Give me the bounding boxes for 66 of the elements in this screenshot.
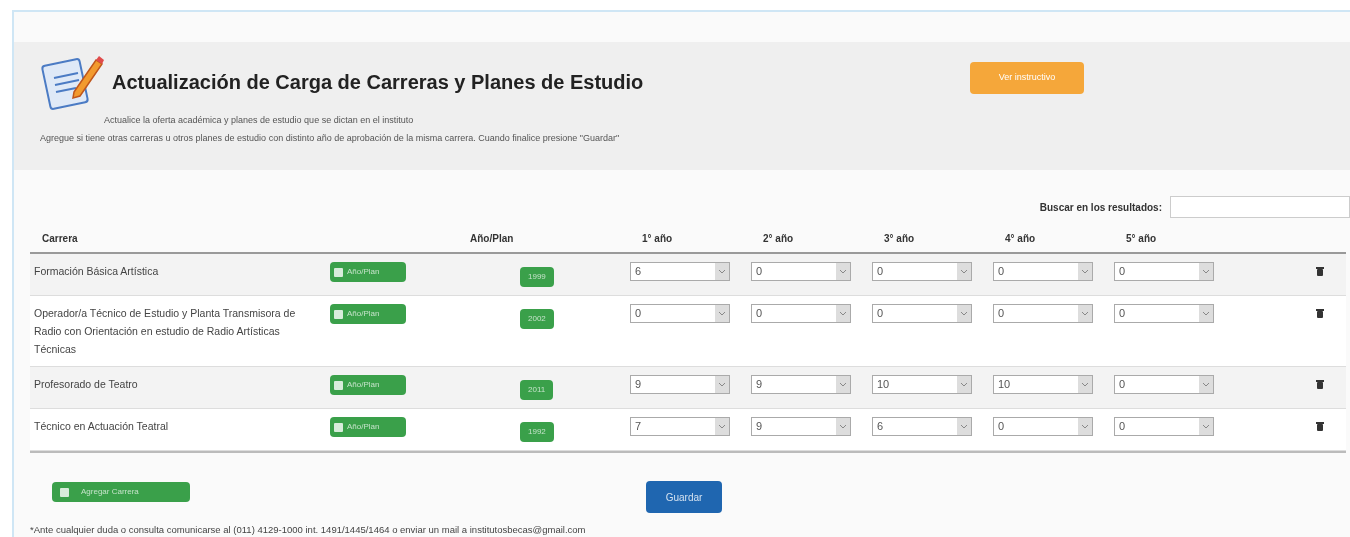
dropdown-icon [1078,305,1092,322]
dropdown-icon [957,305,971,322]
dropdown-icon [1078,418,1092,435]
instructions-text: Agregue si tiene otras carreras u otros planes de estudio con distinto año de aprobación de la misma carrera. Cuando finalice presione "Guardar" [40,131,621,145]
year-select[interactable]: 9 [630,375,730,394]
year-select[interactable]: 0 [993,262,1093,281]
column-header: 3° año [883,231,916,246]
save-button[interactable]: Guardar [646,481,722,513]
dropdown-icon [715,376,729,393]
column-header: 1° año [641,231,674,246]
year-select[interactable]: 6 [872,417,972,436]
plan-year-badge: 1992 [520,422,554,442]
dropdown-icon [836,305,850,322]
year-select[interactable]: 0 [1114,262,1214,281]
dropdown-icon [1078,376,1092,393]
year-select[interactable]: 10 [872,375,972,394]
career-name: Técnico en Actuación Teatral [33,419,170,434]
dropdown-icon [1078,263,1092,280]
footer-note: *Ante cualquier duda o consulta comunicarse al (011) 4129-1000 int. 1491/1445/1464 o enviar un mail a institutosbecas@gmail.com [30,523,587,537]
year-select[interactable]: 9 [751,375,851,394]
dropdown-icon [957,263,971,280]
search-field[interactable] [1170,196,1350,218]
dropdown-icon [1199,418,1213,435]
dropdown-icon [715,305,729,322]
dropdown-icon [1199,305,1213,322]
year-select[interactable]: 0 [993,417,1093,436]
column-header: 5° año [1125,231,1158,246]
dropdown-icon [715,418,729,435]
dropdown-icon [836,263,850,280]
career-name: Profesorado de Teatro [33,377,139,392]
career-name: Formación Básica Artística [33,264,160,279]
dropdown-icon [957,418,971,435]
trash-icon[interactable] [1316,379,1324,389]
column-header: 2° año [762,231,795,246]
dropdown-icon [836,418,850,435]
career-name: Operador/a Técnico de Estudio y Planta Transmisora de Radio con Orientación en estudio de Radio Artísticas Técnicas [33,306,297,357]
page-subtitle: Actualice la oferta académica y planes de estudio que se dictan en el instituto [104,114,415,127]
year-select[interactable]: 0 [872,304,972,323]
year-select[interactable]: 0 [872,262,972,281]
dropdown-icon [715,263,729,280]
plan-year-badge: 2002 [520,309,554,329]
year-select[interactable]: 0 [1114,304,1214,323]
year-select[interactable]: 0 [630,304,730,323]
trash-icon[interactable] [1316,308,1324,318]
trash-icon[interactable] [1316,421,1324,431]
page-title: Actualización de Carga de Carreras y Planes de Estudio [112,70,644,95]
trash-icon[interactable] [1316,266,1324,276]
column-header: Carrera [41,231,79,246]
search-label: Buscar en los resultados: [1039,200,1162,215]
year-select[interactable]: 7 [630,417,730,436]
year-select[interactable]: 0 [1114,417,1214,436]
dropdown-icon [957,376,971,393]
year-select[interactable]: 6 [630,262,730,281]
column-header: Año/Plan [470,231,515,246]
year-select[interactable]: 0 [1114,375,1214,394]
year-select[interactable]: 0 [751,262,851,281]
dropdown-icon [1199,376,1213,393]
year-select[interactable]: 0 [751,304,851,323]
column-header: 4° año [1004,231,1037,246]
dropdown-icon [1199,263,1213,280]
plan-year-badge: 1999 [520,267,554,287]
year-select[interactable]: 9 [751,417,851,436]
year-select[interactable]: 10 [993,375,1093,394]
year-select[interactable]: 0 [993,304,1093,323]
dropdown-icon [836,376,850,393]
plan-year-badge: 2011 [520,380,554,400]
